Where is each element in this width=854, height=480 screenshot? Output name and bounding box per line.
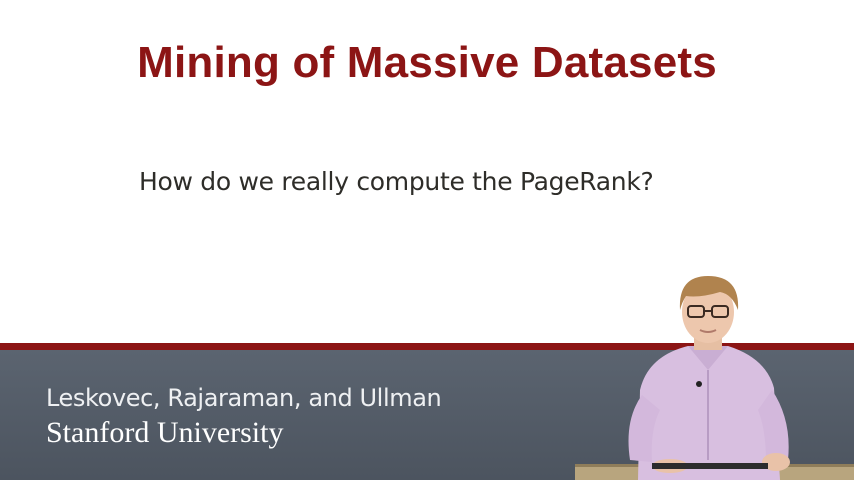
lecture-subtitle: How do we really compute the PageRank? (139, 167, 654, 196)
video-frame: Mining of Massive Datasets How do we rea… (0, 0, 854, 480)
authors-text: Leskovec, Rajaraman, and Ullman (46, 384, 442, 412)
lapel-mic (696, 381, 702, 387)
course-title: Mining of Massive Datasets (137, 38, 717, 87)
university-name: Stanford University (46, 416, 284, 449)
laptop (652, 463, 768, 469)
presenter-figure (575, 276, 854, 480)
